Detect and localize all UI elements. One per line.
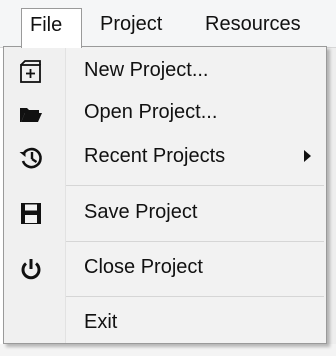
menu-separator: [66, 185, 324, 186]
submenu-arrow-icon: [304, 150, 311, 162]
power-icon: [18, 256, 44, 282]
menu-item-label: Open Project...: [84, 101, 218, 123]
menu-item-close-project[interactable]: Close Project: [4, 247, 326, 289]
menu-separator: [66, 296, 324, 297]
menu-item-save-project[interactable]: Save Project: [4, 192, 326, 234]
menu-file[interactable]: File: [21, 8, 82, 48]
menu-resources[interactable]: Resources: [205, 8, 301, 41]
new-project-icon: [18, 59, 44, 85]
menu-item-recent-projects[interactable]: Recent Projects: [4, 136, 326, 178]
file-dropdown-menu: New Project... Open Project... Recent Pr…: [3, 46, 327, 344]
history-icon: [18, 145, 44, 171]
menu-item-label: New Project...: [84, 59, 209, 81]
folder-open-icon: [18, 101, 44, 127]
menu-item-label: Recent Projects: [84, 145, 226, 167]
menu-item-exit[interactable]: Exit: [4, 302, 326, 344]
menu-bar: File Project Resources: [0, 0, 336, 48]
floppy-disk-icon: [18, 201, 44, 227]
background-panel: [327, 47, 336, 356]
menu-item-open-project[interactable]: Open Project...: [4, 92, 326, 134]
menu-item-label: Exit: [84, 311, 118, 333]
menu-item-label: Close Project: [84, 256, 203, 278]
menu-separator: [66, 241, 324, 242]
menu-item-new-project[interactable]: New Project...: [4, 50, 326, 92]
menu-item-label: Save Project: [84, 201, 198, 223]
background-strip: [0, 344, 336, 356]
menu-project[interactable]: Project: [100, 8, 162, 41]
